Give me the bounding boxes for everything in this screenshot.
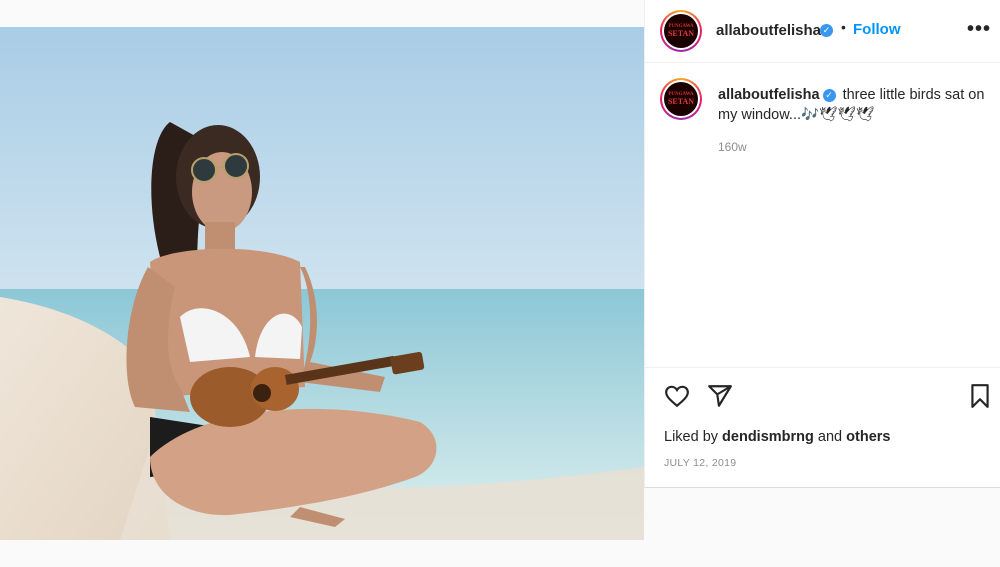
separator-dot: • <box>841 19 846 35</box>
beach-photo <box>0 27 644 540</box>
likes-and: and <box>817 429 843 445</box>
post-image[interactable] <box>0 27 644 540</box>
avatar-text-bottom: SETAN <box>667 29 695 38</box>
verified-badge-icon: ✓ <box>820 24 833 37</box>
caption-time-ago[interactable]: 160w <box>718 140 747 154</box>
more-options-icon[interactable]: ••• <box>967 18 991 41</box>
follow-button[interactable]: Follow <box>853 21 901 38</box>
bookmark-icon[interactable] <box>967 383 993 409</box>
avatar[interactable]: PUNGAWA SETAN <box>660 10 702 52</box>
instagram-post-page: PUNGAWA SETAN allaboutfelisha ✓ • Follow… <box>0 0 1000 567</box>
likes-prefix: Liked by <box>664 429 719 445</box>
liked-by-user-link[interactable]: dendismbrng <box>722 429 814 445</box>
post-date[interactable]: JULY 12, 2019 <box>664 457 736 469</box>
caption-text-block: allaboutfelisha ✓ three little birds sat … <box>718 85 988 125</box>
post-header: PUNGAWA SETAN allaboutfelisha ✓ • Follow… <box>645 0 1000 63</box>
caption-username-link[interactable]: allaboutfelisha <box>718 87 820 103</box>
likes-summary: Liked by dendismbrng and others <box>664 429 890 445</box>
heart-icon[interactable] <box>664 383 690 409</box>
paper-plane-icon[interactable] <box>707 383 733 409</box>
caption-avatar[interactable]: PUNGAWA SETAN <box>660 78 702 120</box>
header-username-link[interactable]: allaboutfelisha <box>716 22 821 39</box>
liked-by-others-link[interactable]: others <box>846 429 890 445</box>
caption-verified-badge-icon: ✓ <box>822 88 836 102</box>
post-details-panel: PUNGAWA SETAN allaboutfelisha ✓ • Follow… <box>644 0 1000 488</box>
action-bar: Liked by dendismbrng and others JULY 12,… <box>645 367 1000 488</box>
caption-avatar-text-bottom: SETAN <box>667 97 695 106</box>
